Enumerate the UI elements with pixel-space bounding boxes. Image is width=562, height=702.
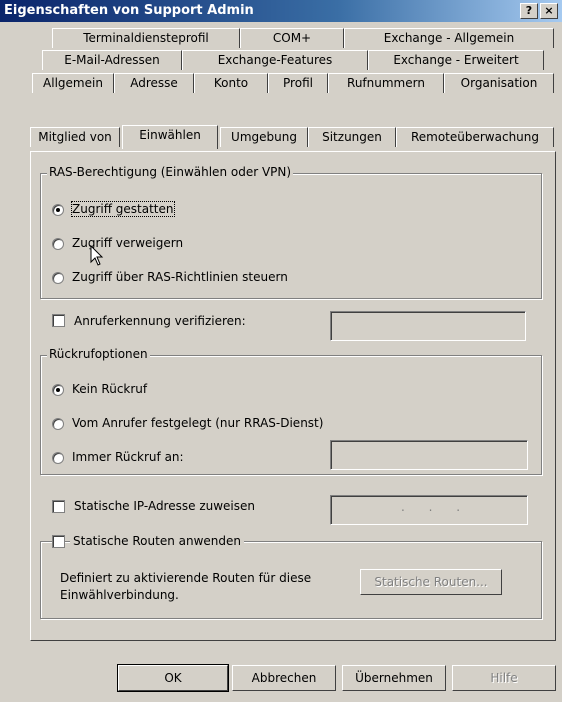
radio-zugriff-verweigern[interactable] (52, 238, 64, 250)
tab-umgebung[interactable]: Umgebung (220, 127, 308, 147)
radio-kein-rueckruf[interactable] (52, 384, 64, 396)
radio-zugriff-gestatten[interactable] (52, 204, 64, 216)
checkbox-statische-ip[interactable] (52, 500, 65, 513)
tab-email-adressen[interactable]: E-Mail-Adressen (42, 50, 182, 70)
radio-vom-anrufer[interactable] (52, 418, 64, 430)
label-kein-rueckruf[interactable]: Kein Rückruf (72, 382, 147, 396)
mouse-cursor-icon (90, 245, 104, 266)
tab-exchange-allgemein[interactable]: Exchange - Allgemein (344, 28, 554, 48)
title-bar: Eigenschaften von Support Admin ? × (0, 0, 562, 22)
routes-description-line2: Einwählverbindung. (60, 588, 179, 602)
close-title-button[interactable]: × (540, 3, 558, 19)
caller-id-field (330, 311, 526, 341)
label-immer-rueckruf[interactable]: Immer Rückruf an: (72, 450, 184, 464)
static-ip-field: . . . (330, 495, 528, 525)
static-routes-button[interactable]: Statische Routen... (360, 569, 502, 595)
window-title: Eigenschaften von Support Admin (4, 3, 254, 18)
checkbox-statische-routen[interactable] (52, 535, 65, 548)
radio-immer-rueckruf[interactable] (52, 452, 64, 464)
tab-profil[interactable]: Profil (268, 73, 328, 93)
tab-konto[interactable]: Konto (194, 73, 268, 93)
tab-mitglied-von[interactable]: Mitglied von (30, 127, 120, 147)
label-zugriff-verweigern[interactable]: Zugriff verweigern (72, 236, 183, 250)
apply-button[interactable]: Übernehmen (342, 665, 446, 691)
tab-einwaehlen[interactable]: Einwählen (122, 125, 218, 149)
callback-number-field (330, 440, 528, 470)
checkbox-anruferkennung[interactable] (52, 314, 65, 327)
tab-rufnummern[interactable]: Rufnummern (328, 73, 444, 93)
label-zugriff-gestatten[interactable]: Zugriff gestatten (71, 201, 175, 217)
tab-organisation[interactable]: Organisation (444, 73, 554, 93)
tab-sitzungen[interactable]: Sitzungen (308, 127, 396, 147)
label-statische-ip[interactable]: Statische IP-Adresse zuweisen (74, 499, 255, 513)
ok-button[interactable]: OK (117, 664, 229, 692)
routes-description-line1: Definiert zu aktivierende Routen für die… (60, 571, 312, 585)
label-vom-anrufer[interactable]: Vom Anrufer festgelegt (nur RRAS-Dienst) (72, 416, 323, 430)
tab-terminaldiensteprofil[interactable]: Terminaldiensteprofil (52, 28, 240, 48)
help-button[interactable]: Hilfe (452, 665, 556, 691)
radio-zugriff-ras-richtlinien[interactable] (52, 272, 64, 284)
callback-legend: Rückrufoptionen (47, 347, 150, 361)
tab-com[interactable]: COM+ (240, 28, 344, 48)
ras-permission-legend: RAS-Berechtigung (Einwählen oder VPN) (47, 165, 294, 179)
cancel-button[interactable]: Abbrechen (232, 665, 336, 691)
tab-adresse[interactable]: Adresse (114, 73, 194, 93)
label-statische-routen[interactable]: Statische Routen anwenden (70, 534, 244, 548)
tab-exchange-features[interactable]: Exchange-Features (182, 50, 368, 70)
tab-exchange-erweitert[interactable]: Exchange - Erweitert (368, 50, 544, 70)
label-anruferkennung[interactable]: Anruferkennung verifizieren: (74, 314, 246, 328)
ip-dots: . . . (401, 500, 471, 514)
label-zugriff-ras-richtlinien[interactable]: Zugriff über RAS-Richtlinien steuern (72, 270, 288, 284)
tab-allgemein[interactable]: Allgemein (32, 73, 114, 93)
help-title-button[interactable]: ? (520, 3, 538, 19)
tab-remoteueberwachung[interactable]: Remoteüberwachung (396, 127, 554, 147)
